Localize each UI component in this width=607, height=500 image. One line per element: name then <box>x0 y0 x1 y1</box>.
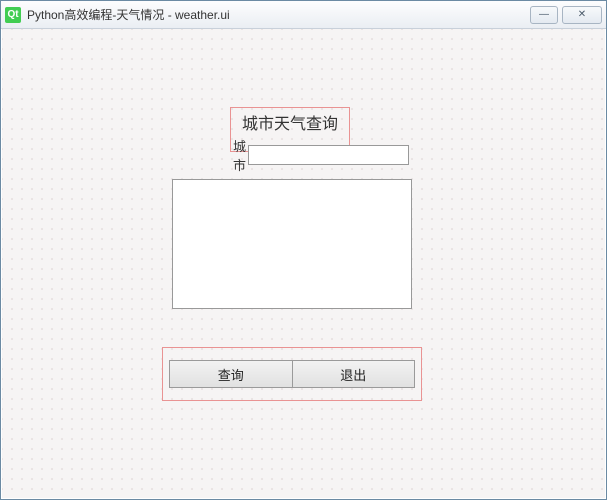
exit-button[interactable]: 退出 <box>292 360 416 388</box>
window-title: Python高效编程-天气情况 - weather.ui <box>27 6 530 23</box>
button-group[interactable]: 查询 退出 <box>162 347 422 401</box>
query-title-label: 城市天气查询 <box>231 108 349 136</box>
designer-canvas[interactable]: 城市天气查询 城市 查询 退出 <box>2 29 605 498</box>
title-bar[interactable]: Qt Python高效编程-天气情况 - weather.ui — ✕ <box>1 1 606 29</box>
close-button[interactable]: ✕ <box>562 6 602 24</box>
app-window: Qt Python高效编程-天气情况 - weather.ui — ✕ 城市天气… <box>0 0 607 500</box>
window-controls: — ✕ <box>530 6 602 24</box>
city-row: 城市 <box>231 136 349 176</box>
minimize-button[interactable]: — <box>530 6 558 24</box>
header-group[interactable]: 城市天气查询 城市 <box>230 107 350 152</box>
query-button[interactable]: 查询 <box>169 360 293 388</box>
qt-icon: Qt <box>5 7 21 23</box>
city-label: 城市 <box>233 136 246 174</box>
city-input[interactable] <box>248 145 409 165</box>
result-text <box>173 180 411 308</box>
result-textarea[interactable] <box>172 179 412 309</box>
